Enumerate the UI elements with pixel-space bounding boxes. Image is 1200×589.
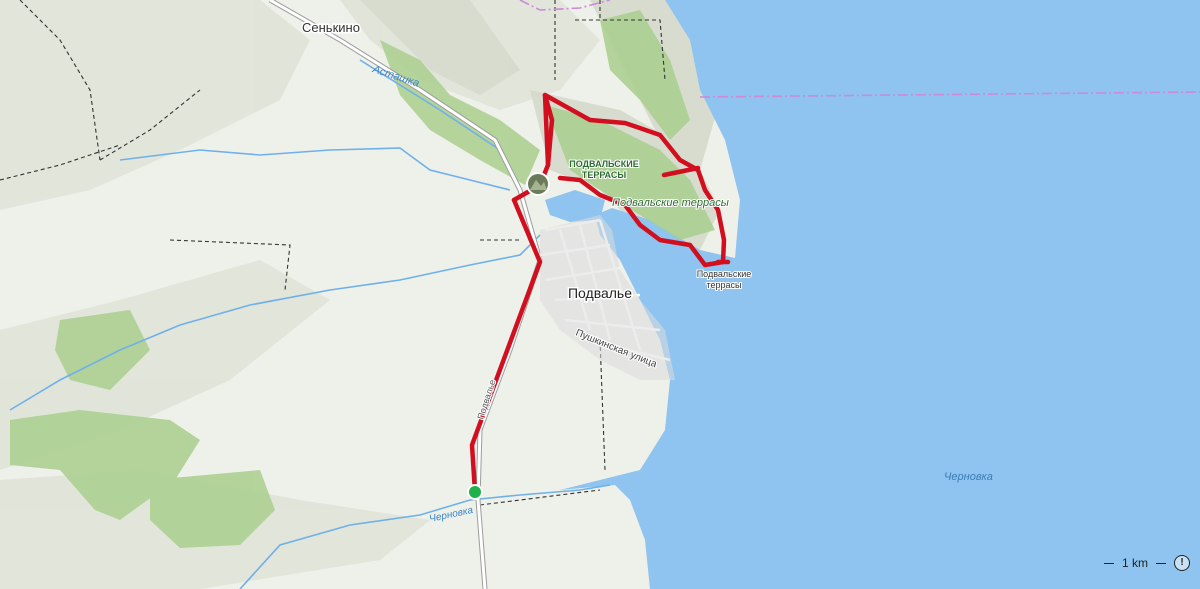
scale-dash-right [1156,562,1166,564]
scale-label: 1 km [1121,556,1148,570]
map-canvas[interactable]: Сенькино Асташка ПОДВАЛЬСКИЕ ТЕРРАСЫ Под… [0,0,1200,589]
terraces-point-label-line1: Подвальские [697,269,752,279]
info-icon[interactable]: ! [1174,555,1190,571]
terraces-area-label-line1: ПОДВАЛЬСКИЕ [569,159,638,169]
terraces-italic-label: Подвальские террасы [612,197,729,209]
start-marker-icon[interactable] [467,484,483,500]
scale-dash-left [1103,562,1114,564]
sea-label: Черновка [944,471,993,483]
photo-marker-icon[interactable] [526,172,550,196]
scale-control: 1 km ! [1103,555,1190,571]
village-north-label: Сенькино [302,20,360,35]
terraces-area-label-line2: ТЕРРАСЫ [582,170,626,180]
village-main-label: Подвалье [568,285,632,301]
terraces-point-label-line2: террасы [706,280,741,290]
